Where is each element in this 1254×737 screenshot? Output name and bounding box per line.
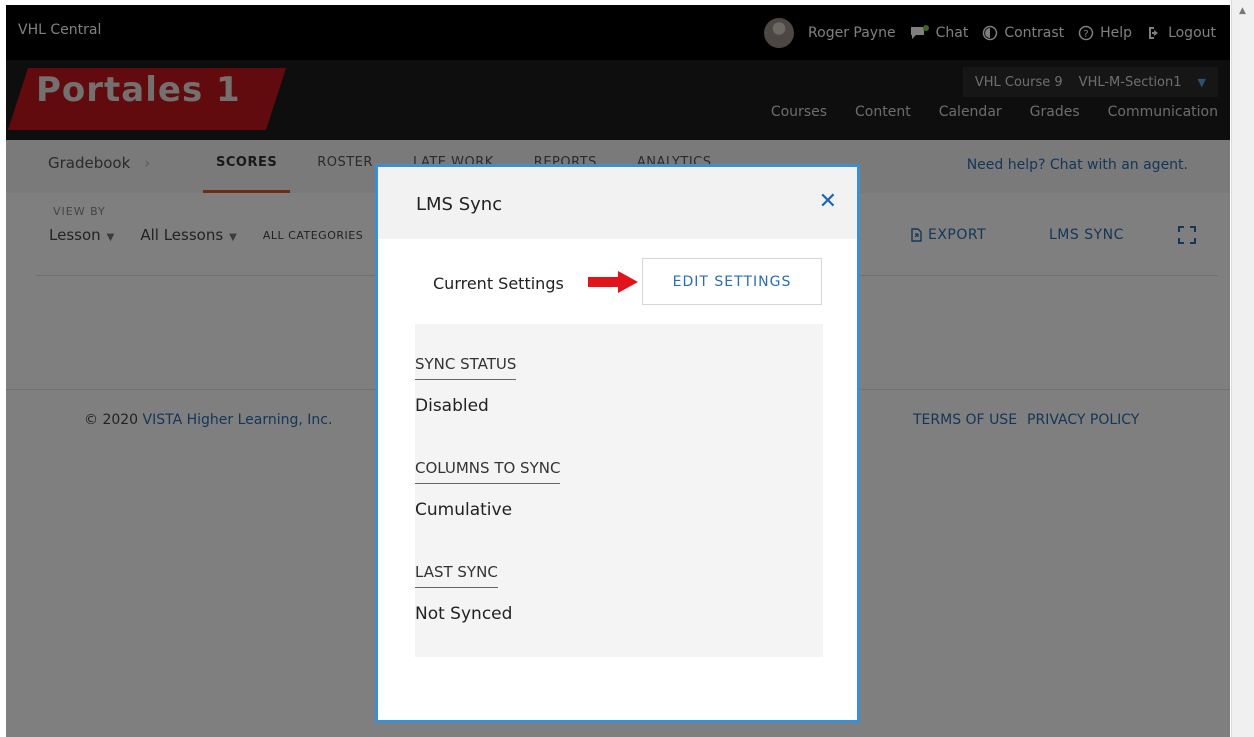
last-sync-label: LAST SYNC [415,563,498,588]
modal-title: LMS Sync [416,194,503,215]
last-sync-field: LAST SYNC Not Synced [415,562,512,624]
arrow-right-icon [588,271,638,293]
columns-to-sync-field: COLUMNS TO SYNC Cumulative [415,458,561,520]
edit-settings-button[interactable]: EDIT SETTINGS [642,258,822,305]
current-settings-label: Current Settings [433,274,564,293]
columns-to-sync-value: Cumulative [415,500,513,520]
columns-to-sync-label: COLUMNS TO SYNC [415,459,561,484]
last-sync-value: Not Synced [415,604,513,624]
lms-sync-modal: LMS Sync ✕ Current Settings EDIT SETTING… [375,164,860,723]
sync-status-value: Disabled [415,396,489,416]
sync-status-label: SYNC STATUS [415,355,517,380]
scrollbar[interactable]: ▲ [1231,0,1254,737]
sync-status-field: SYNC STATUS Disabled [415,354,517,416]
modal-header: LMS Sync ✕ [378,167,857,239]
close-icon[interactable]: ✕ [819,189,837,214]
scroll-up-icon[interactable]: ▲ [1239,6,1246,16]
